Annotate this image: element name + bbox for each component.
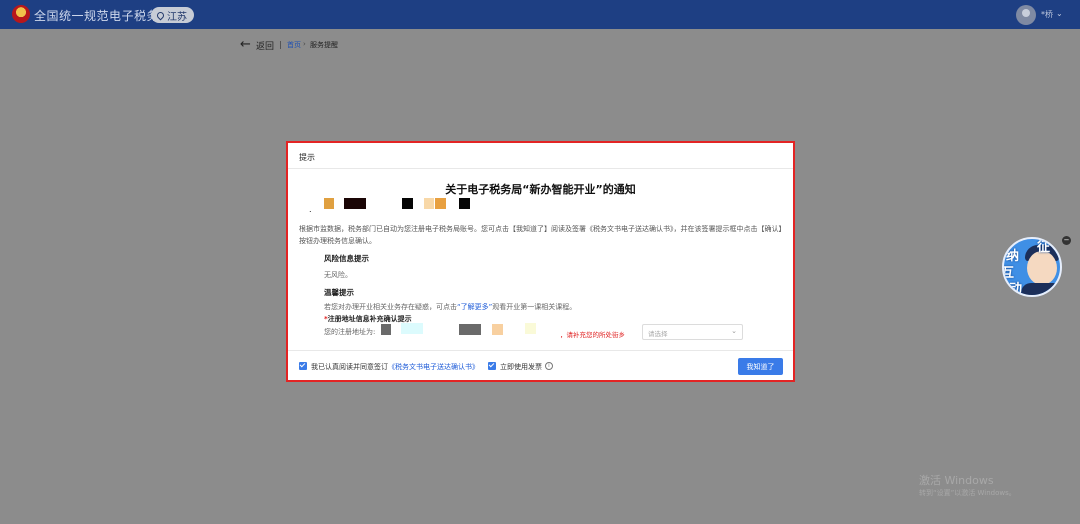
tip-title: 温馨提示: [324, 288, 354, 297]
i-know-button[interactable]: 我知道了: [738, 358, 783, 375]
mascot-char: 征: [1037, 240, 1051, 255]
street-select-placeholder: 请选择: [648, 330, 668, 338]
redacted-block: [324, 198, 334, 209]
notice-body-text: 根据市监数据，税务部门已自动为您注册电子税务局账号。您可点击【我知道了】阅读及签…: [299, 225, 782, 245]
risk-info-text: 无风险。: [324, 271, 352, 279]
region-selector[interactable]: 江苏: [151, 7, 194, 23]
breadcrumb-home[interactable]: 首页: [287, 40, 301, 50]
notice-title: 关于电子税务局“新办智能开业”的通知: [445, 183, 636, 196]
tip-text-after: 观看开业第一课相关课程。: [492, 303, 577, 311]
dialog-title: 提示: [299, 153, 315, 162]
back-arrow-icon[interactable]: ←: [240, 37, 251, 52]
redacted-block: [525, 323, 536, 334]
agree-label: 我已认真阅读并同意签订《税务文书电子送达确认书》: [311, 362, 479, 372]
address-confirm-title: *注册地址信息补充确认提示: [324, 314, 412, 324]
address-confirm-title-text: 注册地址信息补充确认提示: [327, 315, 412, 323]
street-hint-text: ，请补充您的所处街乡: [560, 331, 625, 339]
region-label: 江苏: [167, 11, 187, 23]
breadcrumb-separator: ›: [303, 40, 306, 48]
redacted-block: [402, 198, 413, 209]
redacted-block: [459, 324, 481, 335]
confirmation-doc-link[interactable]: 《税务文书电子送达确认书》: [388, 363, 479, 371]
redacted-block: [424, 198, 434, 209]
learn-more-link[interactable]: “了解更多”: [457, 303, 492, 311]
location-pin-icon: [155, 10, 166, 20]
street-select[interactable]: 请选择 ⌄: [642, 324, 743, 340]
user-name[interactable]: *桥: [1041, 9, 1053, 20]
chevron-down-icon: ⌄: [731, 327, 737, 335]
tip-text: 若您对办理开业相关业务存在疑惑，可点击“了解更多”观看开业第一课相关课程。: [324, 302, 576, 312]
activation-watermark-title: 激活 Windows: [919, 474, 994, 487]
redacted-block: [381, 324, 391, 335]
top-header-bar: 全国统一规范电子税务局 江苏 *桥 ⌄: [0, 0, 1080, 29]
divider: [280, 41, 281, 49]
tax-emblem-logo: [12, 5, 30, 23]
breadcrumb-current: 服务提醒: [310, 41, 338, 49]
risk-info-title: 风险信息提示: [324, 254, 369, 263]
back-button[interactable]: 返回: [256, 39, 274, 52]
tip-text-before: 若您对办理开业相关业务存在疑惑，可点击: [324, 303, 457, 311]
redacted-block: [344, 198, 366, 209]
mascot-body: [1021, 283, 1060, 295]
activation-watermark-hint: 转到“设置”以激活 Windows。: [919, 489, 1016, 497]
dialog-footer-divider: [288, 350, 793, 351]
redacted-block: [492, 324, 503, 335]
dot-mark: .: [309, 205, 312, 214]
interaction-mascot-widget[interactable]: 征 纳 互 动: [1002, 237, 1062, 297]
chevron-down-icon[interactable]: ⌄: [1056, 9, 1063, 18]
dialog-header: 提示: [288, 143, 793, 169]
mascot-char: 动: [1009, 282, 1023, 297]
close-icon[interactable]: −: [1062, 236, 1071, 245]
registered-address-label: 您的注册地址为:: [324, 328, 376, 336]
info-icon[interactable]: i: [545, 362, 553, 370]
mascot-face: [1027, 251, 1057, 285]
redacted-block: [435, 198, 446, 209]
use-invoice-label: 立即使用发票: [500, 363, 542, 371]
agree-checkbox[interactable]: [299, 362, 307, 370]
redacted-block: [459, 198, 470, 209]
notice-dialog: 提示 关于电子税务局“新办智能开业”的通知 . 根据市监数据，税务部门已自动为您…: [286, 141, 795, 382]
redacted-block: [401, 323, 423, 334]
agree-label-text: 我已认真阅读并同意签订: [311, 363, 388, 371]
user-avatar[interactable]: [1016, 5, 1036, 25]
use-invoice-checkbox[interactable]: [488, 362, 496, 370]
